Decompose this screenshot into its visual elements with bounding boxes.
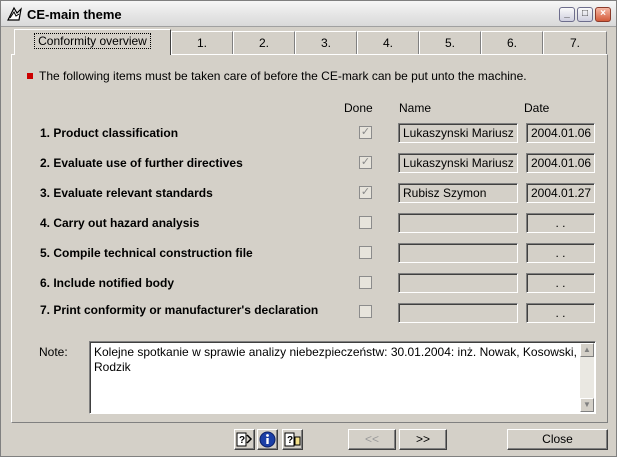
previous-button[interactable]: <<: [348, 429, 396, 450]
item-label-relevant-standards: 3. Evaluate relevant standards: [40, 186, 213, 200]
done-checkbox-2[interactable]: ✓: [359, 156, 372, 169]
done-checkbox-1[interactable]: ✓: [359, 126, 372, 139]
app-logo-icon: [7, 6, 22, 21]
tab-6[interactable]: 6.: [481, 31, 543, 55]
date-field-6[interactable]: . .: [526, 273, 595, 293]
date-field-3[interactable]: 2004.01.27: [526, 183, 595, 203]
item-label-hazard-analysis: 4. Carry out hazard analysis: [40, 216, 200, 230]
help-icon: ?: [236, 432, 253, 447]
svg-text:?: ?: [239, 435, 245, 446]
done-checkbox-4[interactable]: [359, 216, 372, 229]
help-book-button[interactable]: ?: [282, 429, 303, 450]
window-title: CE-main theme: [27, 7, 122, 22]
column-header-date: Date: [524, 101, 550, 115]
item-label-technical-file: 5. Compile technical construction file: [40, 246, 253, 260]
close-button[interactable]: Close: [507, 429, 608, 450]
close-window-button[interactable]: ×: [595, 7, 611, 22]
name-field-2[interactable]: Lukaszynski Mariusz: [398, 153, 518, 173]
help-book-icon: ?: [284, 432, 301, 447]
item-label-further-directives: 2. Evaluate use of further directives: [40, 156, 243, 170]
info-button[interactable]: [257, 429, 278, 450]
done-checkbox-3[interactable]: ✓: [359, 186, 372, 199]
date-field-1[interactable]: 2004.01.06: [526, 123, 595, 143]
note-textarea[interactable]: Kolejne spotkanie w sprawie analizy nieb…: [89, 341, 596, 414]
tab-7[interactable]: 7.: [543, 31, 607, 55]
scroll-up-icon[interactable]: ▲: [580, 343, 594, 357]
tab-1[interactable]: 1.: [171, 31, 233, 55]
item-label-conformity-declaration: 7. Print conformity or manufacturer's de…: [40, 303, 319, 317]
date-field-2[interactable]: 2004.01.06: [526, 153, 595, 173]
tab-5[interactable]: 5.: [419, 31, 481, 55]
minimize-button[interactable]: _: [559, 7, 575, 22]
done-checkbox-6[interactable]: [359, 276, 372, 289]
name-field-4[interactable]: [398, 213, 518, 233]
maximize-button[interactable]: □: [577, 7, 593, 22]
tab-4[interactable]: 4.: [357, 31, 419, 55]
note-label: Note:: [39, 345, 68, 359]
name-field-5[interactable]: [398, 243, 518, 263]
date-field-4[interactable]: . .: [526, 213, 595, 233]
item-label-notified-body: 6. Include notified body: [40, 276, 175, 290]
done-checkbox-7[interactable]: [359, 305, 372, 318]
help-button[interactable]: ?: [234, 429, 255, 450]
tab-conformity-overview[interactable]: Conformity overview: [14, 29, 171, 55]
note-text: Kolejne spotkanie w sprawie analizy nieb…: [94, 345, 577, 374]
main-window: CE-main theme _ □ × Conformity overview …: [0, 0, 617, 457]
name-field-6[interactable]: [398, 273, 518, 293]
name-field-7[interactable]: [398, 303, 518, 323]
date-field-7[interactable]: . .: [526, 303, 595, 323]
item-label-product-classification: 1. Product classification: [40, 126, 179, 140]
tab-3[interactable]: 3.: [295, 31, 357, 55]
tab-bar: Conformity overview 1. 2. 3. 4. 5. 6. 7.: [11, 29, 608, 55]
column-header-done: Done: [344, 101, 373, 115]
title-bar[interactable]: CE-main theme _ □ ×: [1, 1, 616, 27]
scroll-down-icon[interactable]: ▼: [580, 398, 594, 412]
tab-2[interactable]: 2.: [233, 31, 295, 55]
intro-text: The following items must be taken care o…: [39, 69, 527, 83]
date-field-5[interactable]: . .: [526, 243, 595, 263]
bullet-marker: [27, 73, 33, 79]
done-checkbox-5[interactable]: [359, 246, 372, 259]
name-field-1[interactable]: Lukaszynski Mariusz: [398, 123, 518, 143]
column-header-name: Name: [399, 101, 432, 115]
next-button[interactable]: >>: [399, 429, 447, 450]
note-scrollbar[interactable]: ▲ ▼: [580, 343, 594, 412]
name-field-3[interactable]: Rubisz Szymon: [398, 183, 518, 203]
svg-text:?: ?: [287, 435, 293, 446]
info-icon: [259, 431, 276, 448]
